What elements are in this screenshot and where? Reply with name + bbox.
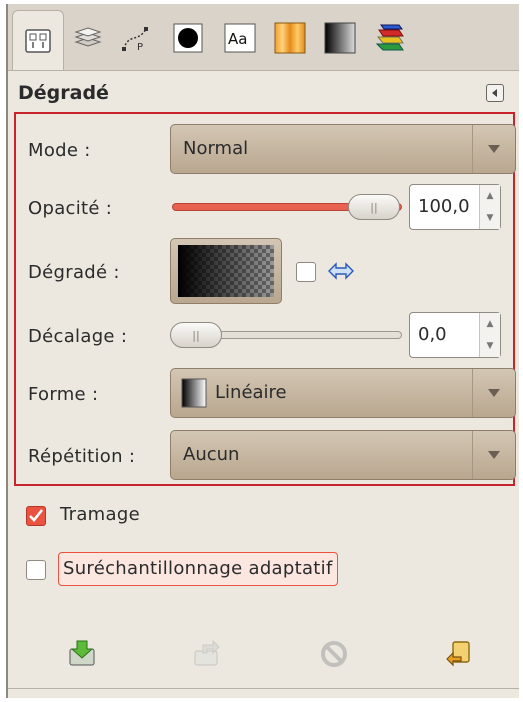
reverse-gradient-checkbox[interactable] [296,262,316,282]
dithering-checkbox[interactable] [26,506,46,526]
supersampling-label[interactable]: Suréchantillonnage adaptatif [58,552,338,586]
supersampling-checkbox[interactable] [26,560,46,580]
tab-brushes[interactable] [168,16,208,60]
shape-combo[interactable]: Linéaire [170,368,516,418]
tab-tool-options[interactable] [12,10,64,70]
save-options-icon [69,640,95,666]
gradient-icon [324,22,356,54]
opacity-spin-buttons[interactable]: ▲ ▼ [479,185,500,229]
shape-dropdown-arrow[interactable] [472,369,515,417]
restore-options-button[interactable] [188,636,224,672]
save-options-button[interactable] [64,636,100,672]
svg-text:P: P [137,42,143,53]
gradient-preview [178,245,274,297]
repeat-label: Répétition : [28,446,136,467]
restore-options-icon [194,639,220,666]
repeat-combo[interactable]: Aucun [170,430,516,480]
dithering-label[interactable]: Tramage [60,504,140,525]
offset-slider-handle[interactable]: || [170,322,222,348]
chevron-down-icon [488,145,500,153]
shape-label: Forme : [28,384,99,405]
gradient-options-group: Mode : Normal Opacité : || 100,0 ▲ ▼ Dégr… [14,112,516,486]
tab-patterns[interactable] [270,16,310,60]
paths-icon: P [122,27,148,53]
gradient-selector-button[interactable] [170,238,282,304]
mode-label: Mode : [28,140,91,161]
shape-value: Linéaire [215,382,287,403]
mode-combo[interactable]: Normal [170,124,516,174]
tab-paths[interactable]: P [116,16,156,60]
delete-options-button[interactable] [316,636,352,672]
reset-options-icon [446,641,470,667]
opacity-spinbox[interactable]: 100,0 ▲ ▼ [409,184,501,230]
tool-options-panel: P Aa Dégradé Mode: Normal Opacité: || … [6,4,519,698]
mode-value: Normal [183,138,249,159]
brush-icon [173,23,203,53]
font-icon: Aa [224,23,256,53]
offset-value: 0,0 [418,324,447,345]
tool-options-icon [25,28,51,53]
panel-title: Dégradé [18,82,109,104]
opacity-label: Opacité : [28,198,113,219]
opacity-slider-handle[interactable]: || [348,194,400,220]
checkmark-icon [29,509,44,522]
tab-layers[interactable] [68,16,108,60]
pattern-icon [274,22,306,54]
reset-options-button[interactable] [440,636,476,672]
tab-palettes[interactable] [370,16,410,60]
linear-shape-icon [181,378,207,408]
offset-spin-buttons[interactable]: ▲ ▼ [479,313,500,357]
svg-text:Aa: Aa [228,30,247,48]
gradient-label: Dégradé : [28,262,120,283]
opacity-value: 100,0 [418,196,470,217]
repeat-dropdown-arrow[interactable] [472,431,515,479]
tab-fonts[interactable]: Aa [220,16,260,60]
palette-icon [375,24,404,51]
tab-gradients[interactable] [320,16,360,60]
panel-bottom-divider [8,688,519,689]
chevron-down-icon [488,451,500,459]
layers-icon [74,27,102,47]
swap-arrows-icon[interactable] [328,262,354,280]
chevron-down-icon [488,389,500,397]
repeat-value: Aucun [183,444,240,465]
triangle-left-icon [492,89,497,97]
mode-dropdown-arrow[interactable] [472,125,515,173]
dock-tab-strip: P Aa [8,4,519,71]
panel-menu-button[interactable] [486,84,504,102]
offset-label: Décalage : [28,326,128,347]
delete-options-icon [321,641,347,667]
offset-spinbox[interactable]: 0,0 ▲ ▼ [409,312,501,358]
